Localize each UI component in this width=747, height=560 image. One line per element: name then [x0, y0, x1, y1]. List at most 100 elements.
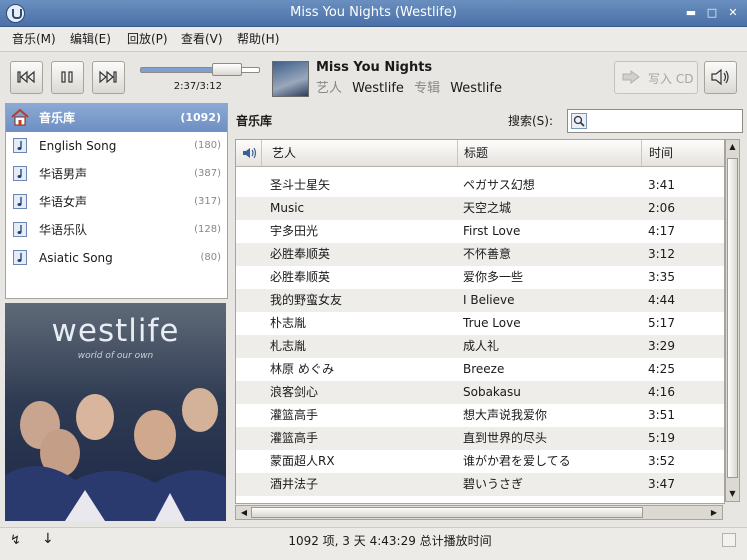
resize-grip[interactable]	[722, 533, 736, 547]
close-icon[interactable]: ✕	[726, 6, 740, 20]
table-row[interactable]: 必胜奉顺英 爱你多一些 3:35	[236, 266, 724, 289]
album-art-subtitle: world of our own	[77, 351, 154, 361]
cell-time: 2:06	[648, 201, 675, 215]
next-button[interactable]	[92, 61, 125, 94]
playlist-icon	[13, 138, 27, 153]
horizontal-scrollbar[interactable]: ◀ ▶	[235, 505, 723, 520]
table-row[interactable]: 酒井法子 碧いうさぎ 3:47	[236, 473, 724, 496]
table-row[interactable]: 朴志胤 True Love 5:17	[236, 312, 724, 335]
track-table: 艺人 标题 时间 圣斗士星矢 ペガサス幻想 3:41 Music 天空之城 2:06 宇…	[235, 139, 725, 504]
album-cover-thumbnail	[272, 61, 309, 97]
playlist-icon	[13, 222, 27, 237]
seek-handle[interactable]	[212, 63, 242, 76]
table-row[interactable]: 灌篮高手 想大声说我爱你 3:51	[236, 404, 724, 427]
now-playing-column[interactable]	[236, 140, 262, 166]
cell-title: True Love	[463, 316, 521, 330]
table-row[interactable]: 必胜奉顺英 不怀善意 3:12	[236, 243, 724, 266]
table-row[interactable]: 灌篮高手 直到世界的尽头 5:19	[236, 427, 724, 450]
cell-title: 想大声说我爱你	[463, 408, 548, 422]
cell-time: 4:17	[648, 224, 675, 238]
table-row[interactable]: 我的野蛮女友 I Believe 4:44	[236, 289, 724, 312]
cell-time: 3:47	[648, 477, 675, 491]
burn-cd-button[interactable]: 写入 CD	[614, 61, 698, 94]
search-input[interactable]	[567, 109, 743, 133]
vertical-scroll-thumb[interactable]	[727, 158, 738, 478]
playback-time: 2:37/3:12	[173, 81, 222, 92]
menu-edit[interactable]: 编辑(E)	[70, 27, 111, 51]
cell-time: 5:19	[648, 431, 675, 445]
scroll-down-icon[interactable]: ▼	[727, 488, 738, 500]
cell-title: 成人礼	[463, 339, 500, 353]
status-summary: 1092 项, 3 天 4:43:29 总计播放时间	[288, 534, 492, 548]
cell-artist: 灌篮高手	[270, 408, 319, 422]
search-label: 搜索(S):	[508, 114, 554, 128]
cell-time: 5:17	[648, 316, 675, 330]
pause-button[interactable]	[51, 61, 84, 94]
sidebar-item-count: (80)	[200, 252, 221, 263]
cell-artist: 蒙面超人RX	[270, 454, 335, 468]
table-row[interactable]: 蒙面超人RX 谁がか君を爱してる 3:52	[236, 450, 724, 473]
menu-music[interactable]: 音乐(M)	[12, 27, 56, 51]
minimize-icon[interactable]: ▬	[684, 6, 698, 20]
table-row[interactable]: 林原 めぐみ Breeze 4:25	[236, 358, 724, 381]
cell-title: 碧いうさぎ	[463, 477, 524, 491]
sidebar-item-library[interactable]: 音乐库 (1092)	[6, 104, 227, 132]
cell-title: ペガサス幻想	[463, 178, 535, 192]
window-title: Miss You Nights (Westlife)	[290, 5, 457, 20]
cell-time: 3:51	[648, 408, 675, 422]
album-label: 专辑	[414, 81, 441, 96]
cell-artist: 札志胤	[270, 339, 307, 353]
vertical-scrollbar[interactable]: ▲ ▼	[725, 139, 740, 502]
cell-artist: 我的野蛮女友	[270, 293, 343, 307]
sidebar-item-count: (180)	[194, 140, 221, 151]
now-playing-meta: 艺人 Westlife 专辑 Westlife	[316, 77, 502, 96]
cell-artist: 宇多田光	[270, 224, 319, 238]
library-title: 音乐库	[236, 114, 273, 128]
table-row[interactable]: Music 天空之城 2:06	[236, 197, 724, 220]
cell-artist: 酒井法子	[270, 477, 319, 491]
table-body: 圣斗士星矢 ペガサス幻想 3:41 Music 天空之城 2:06 宇多田光 First …	[236, 174, 724, 496]
maximize-icon[interactable]: □	[705, 6, 719, 20]
previous-button[interactable]	[10, 61, 43, 94]
sidebar-item-asiatic-song[interactable]: Asiatic Song (80)	[6, 244, 227, 272]
cell-artist: 圣斗士星矢	[270, 178, 331, 192]
cell-artist: Music	[270, 201, 305, 215]
scroll-left-icon[interactable]: ◀	[238, 506, 250, 519]
next-icon	[99, 70, 117, 84]
scroll-up-icon[interactable]: ▲	[727, 141, 738, 153]
sidebar-item-chinese-band[interactable]: 华语乐队 (128)	[6, 216, 227, 244]
now-playing-title: Miss You Nights	[316, 60, 433, 75]
band-photo	[5, 388, 226, 521]
cell-time: 3:29	[648, 339, 675, 353]
playlist-icon	[13, 166, 27, 181]
menu-view[interactable]: 查看(V)	[181, 27, 223, 51]
scroll-right-icon[interactable]: ▶	[708, 506, 720, 519]
sidebar-item-chinese-female[interactable]: 华语女声 (317)	[6, 188, 227, 216]
cell-time: 4:25	[648, 362, 675, 376]
speaker-icon	[711, 68, 729, 86]
cell-title: 直到世界的尽头	[463, 431, 548, 445]
table-header: 艺人 标题 时间	[236, 140, 724, 167]
menu-bar	[0, 27, 747, 52]
sidebar-item-chinese-male[interactable]: 华语男声 (387)	[6, 160, 227, 188]
previous-icon	[17, 70, 35, 84]
cell-artist: 必胜奉顺英	[270, 270, 331, 284]
album-art: westlife world of our own	[5, 303, 226, 521]
column-header-time[interactable]: 时间	[642, 140, 724, 166]
volume-button[interactable]	[704, 61, 737, 94]
column-header-title[interactable]: 标题	[458, 140, 642, 166]
table-row[interactable]: 宇多田光 First Love 4:17	[236, 220, 724, 243]
artist-name: Westlife	[352, 81, 404, 96]
menu-playback[interactable]: 回放(P)	[127, 27, 168, 51]
sidebar-item-english-song[interactable]: English Song (180)	[6, 132, 227, 160]
cell-title: 不怀善意	[463, 247, 512, 261]
sidebar-item-label: Asiatic Song	[39, 251, 113, 265]
column-header-artist[interactable]: 艺人	[262, 140, 458, 166]
cell-time: 3:41	[648, 178, 675, 192]
table-row[interactable]: 札志胤 成人礼 3:29	[236, 335, 724, 358]
table-row[interactable]: 浪客剑心 Sobakasu 4:16	[236, 381, 724, 404]
table-row[interactable]: 圣斗士星矢 ペガサス幻想 3:41	[236, 174, 724, 197]
cell-artist: 灌篮高手	[270, 431, 319, 445]
horizontal-scroll-thumb[interactable]	[251, 507, 643, 518]
menu-help[interactable]: 帮助(H)	[237, 27, 279, 51]
